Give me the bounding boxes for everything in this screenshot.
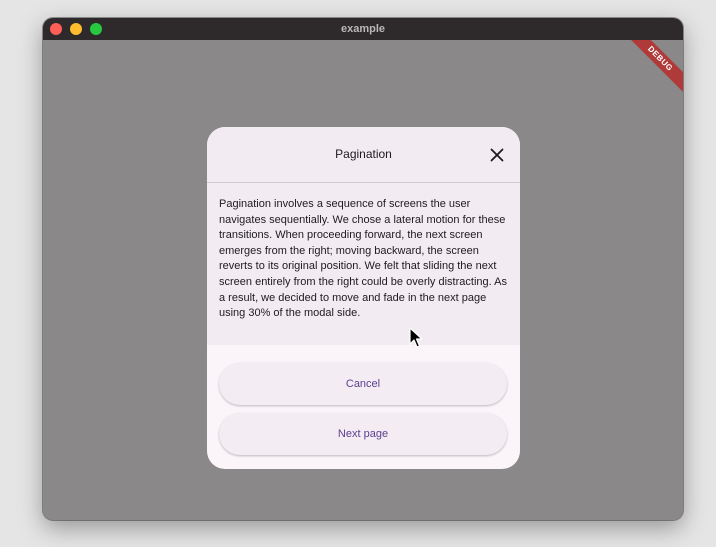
modal-close-button[interactable] bbox=[488, 146, 506, 164]
debug-banner: DEBUG bbox=[623, 40, 683, 96]
modal-title: Pagination bbox=[335, 147, 392, 161]
window-titlebar[interactable]: example bbox=[43, 18, 683, 40]
modal-header: Pagination bbox=[207, 127, 520, 183]
pagination-modal: Pagination Pagination involves a sequenc… bbox=[207, 127, 520, 469]
cancel-button[interactable]: Cancel bbox=[219, 363, 507, 405]
window-title: example bbox=[340, 23, 386, 35]
next-page-button[interactable]: Next page bbox=[219, 413, 507, 455]
app-content: DEBUG Pagination Pagination involves a s… bbox=[43, 40, 683, 520]
modal-body-text: Pagination involves a sequence of screen… bbox=[219, 198, 507, 320]
close-icon bbox=[490, 148, 504, 162]
mouse-pointer-icon bbox=[409, 327, 423, 348]
app-window: example DEBUG Pagination Pagination invo… bbox=[43, 18, 683, 520]
modal-body: Pagination involves a sequence of screen… bbox=[207, 183, 520, 345]
